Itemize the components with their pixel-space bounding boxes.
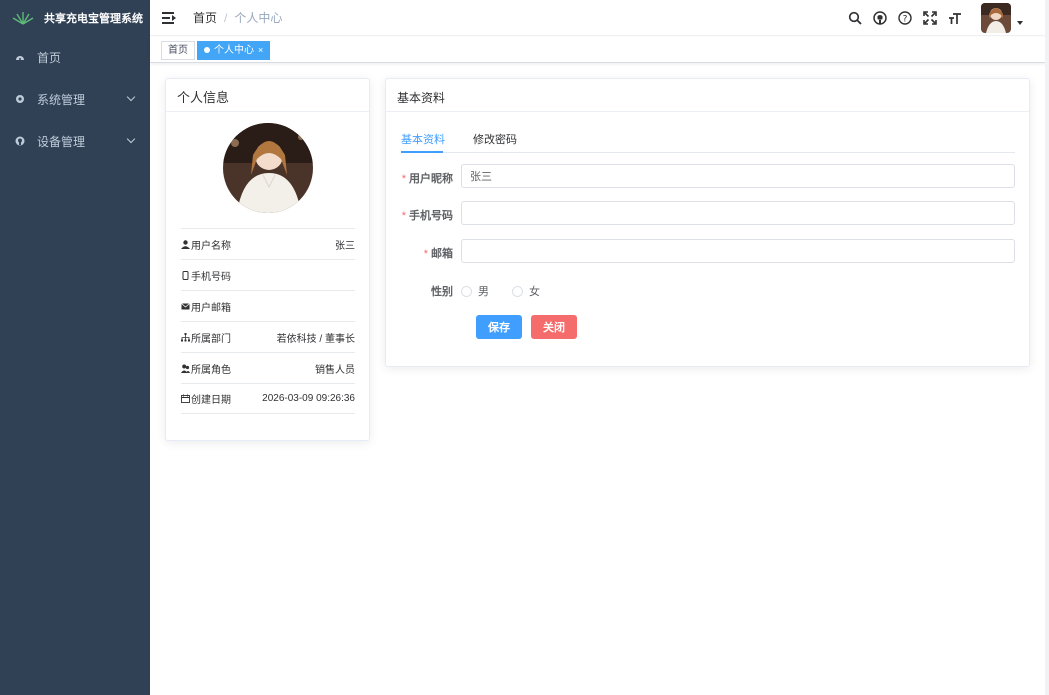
phone-label: * 手机号码 xyxy=(401,210,453,222)
profile-card-title: 个人信息 xyxy=(166,79,369,112)
info-label: 用户邮箱 xyxy=(191,302,231,314)
info-value: 2026-03-09 09:26:36 xyxy=(262,393,355,404)
info-value: 张三 xyxy=(335,240,355,252)
phone-icon xyxy=(182,270,189,280)
navbar-right: ? xyxy=(837,0,1049,36)
gender-label: 性别 xyxy=(431,286,453,298)
github-icon[interactable] xyxy=(873,11,887,25)
radio-circle xyxy=(512,285,523,297)
gender-radio-female[interactable]: 女 xyxy=(512,283,540,299)
info-value: 销售人员 xyxy=(315,364,355,376)
window-edge xyxy=(1045,0,1049,695)
nickname-label: * 用户昵称 xyxy=(401,173,453,185)
font-size-icon[interactable] xyxy=(948,11,962,25)
form-actions: 保存 关闭 xyxy=(401,315,1015,339)
breadcrumb: 首页 / 个人中心 xyxy=(193,9,282,26)
breadcrumb-home[interactable]: 首页 xyxy=(193,9,217,26)
gender-radio-male[interactable]: 男 xyxy=(461,283,489,299)
user-icon xyxy=(181,239,190,249)
tree-icon xyxy=(181,332,190,341)
fullscreen-icon[interactable] xyxy=(923,11,937,25)
github-icon xyxy=(15,136,25,146)
app-root: 共享充电宝管理系统 首页 系统管理 设备管理 首页 / 个人中心 ? 首页 个人… xyxy=(0,0,1049,695)
peoples-icon xyxy=(181,364,190,373)
info-row-role: 所属角色 销售人员 xyxy=(181,352,355,383)
chevron-down-icon xyxy=(126,134,136,144)
nickname-input[interactable] xyxy=(461,164,1015,188)
form-row-nickname: * 用户昵称 xyxy=(401,164,1015,188)
phone-input[interactable] xyxy=(461,201,1015,225)
tabs: 基本资料 修改密码 xyxy=(401,127,1015,153)
chevron-down-icon xyxy=(126,92,136,102)
required-mark: * xyxy=(401,210,406,222)
form-row-email: * 邮箱 xyxy=(401,239,1015,263)
info-value: 若依科技 / 董事长 xyxy=(276,333,355,345)
email-input[interactable] xyxy=(461,239,1015,263)
navbar: 首页 / 个人中心 ? xyxy=(150,0,1049,36)
sidebar-item-system[interactable]: 系统管理 xyxy=(0,78,150,120)
close-button[interactable]: 关闭 xyxy=(531,315,577,339)
info-label: 创建日期 xyxy=(191,395,231,406)
sidebar-item-label: 首页 xyxy=(37,50,62,65)
tab-change-password[interactable]: 修改密码 xyxy=(473,131,517,147)
caret-down-icon[interactable] xyxy=(1017,21,1023,25)
sidebar-item-label: 系统管理 xyxy=(37,92,86,107)
profile-card: 个人信息 用户名称 张三 手机号码 用户邮箱 所属部门 若依科技 / 董事长 所… xyxy=(165,78,370,441)
tag-label: 个人中心 xyxy=(214,45,254,56)
info-row-department: 所属部门 若依科技 / 董事长 xyxy=(181,321,355,352)
close-icon[interactable]: × xyxy=(258,45,263,55)
info-label: 所属角色 xyxy=(191,364,231,376)
form-row-phone: * 手机号码 xyxy=(401,201,1015,225)
info-label: 所属部门 xyxy=(191,333,231,345)
dashboard-icon xyxy=(15,52,25,62)
sidebar-item-label: 设备管理 xyxy=(37,134,86,149)
info-row-created: 创建日期 2026-03-09 09:26:36 xyxy=(181,383,355,414)
active-dot-icon xyxy=(204,47,210,53)
required-mark: * xyxy=(401,173,406,185)
help-icon[interactable]: ? xyxy=(898,11,912,25)
svg-text:?: ? xyxy=(903,15,908,25)
save-button[interactable]: 保存 xyxy=(476,315,522,339)
search-icon[interactable] xyxy=(848,11,862,25)
info-row-phone: 手机号码 xyxy=(181,259,355,290)
tag-profile[interactable]: 个人中心 × xyxy=(197,41,271,60)
date-icon xyxy=(181,394,190,403)
profile-info-list: 用户名称 张三 手机号码 用户邮箱 所属部门 若依科技 / 董事长 所属角色 销… xyxy=(181,228,355,414)
tag-home[interactable]: 首页 xyxy=(161,41,195,60)
sidebar-item-home[interactable]: 首页 xyxy=(0,36,150,78)
sidebar-item-device[interactable]: 设备管理 xyxy=(0,120,150,162)
required-mark: * xyxy=(423,248,428,260)
logo-icon xyxy=(12,12,34,25)
tag-label: 首页 xyxy=(168,45,188,56)
info-label: 用户名称 xyxy=(191,240,231,252)
avatar[interactable] xyxy=(981,3,1011,33)
gear-icon xyxy=(15,94,25,104)
sidebar: 共享充电宝管理系统 首页 系统管理 设备管理 xyxy=(0,0,150,695)
info-row-username: 用户名称 张三 xyxy=(181,228,355,259)
tab-basic-info[interactable]: 基本资料 xyxy=(401,131,445,147)
form-row-gender: 性别 男 女 xyxy=(401,277,1015,301)
breadcrumb-separator: / xyxy=(224,10,228,25)
logo[interactable]: 共享充电宝管理系统 xyxy=(0,0,150,36)
mail-icon xyxy=(181,302,190,309)
breadcrumb-current: 个人中心 xyxy=(234,11,283,25)
profile-avatar[interactable] xyxy=(223,123,313,213)
info-row-email: 用户邮箱 xyxy=(181,290,355,321)
info-label: 手机号码 xyxy=(191,271,231,283)
radio-circle xyxy=(461,285,472,297)
tags-view: 首页 个人中心 × xyxy=(150,37,1049,63)
app-title: 共享充电宝管理系统 xyxy=(44,13,143,25)
active-tab-indicator xyxy=(401,151,443,153)
email-label: * 邮箱 xyxy=(423,248,453,260)
hamburger-icon[interactable] xyxy=(162,11,176,24)
basic-info-card: 基本资料 基本资料 修改密码 *用户昵称 *手机号码 *邮箱 性别 男 女 xyxy=(385,78,1030,367)
basic-info-title: 基本资料 xyxy=(386,79,1029,112)
